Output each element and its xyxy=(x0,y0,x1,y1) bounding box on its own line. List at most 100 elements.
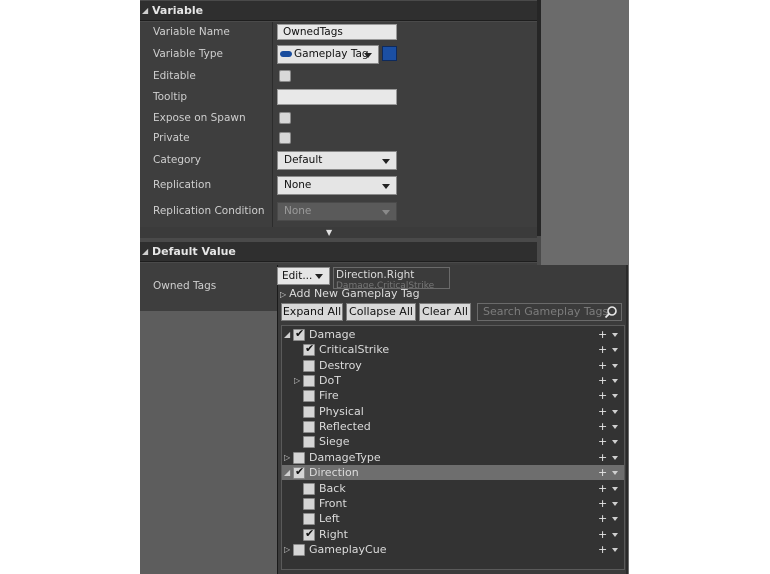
add-subtag-icon[interactable]: + xyxy=(598,465,607,480)
add-subtag-icon[interactable]: + xyxy=(598,496,607,511)
add-subtag-icon[interactable]: + xyxy=(598,373,607,388)
tag-checkbox[interactable] xyxy=(293,451,305,464)
checkmark-icon: ✔ xyxy=(305,342,315,356)
replication-condition-label: Replication Condition xyxy=(153,205,265,217)
tag-row[interactable]: Destroy + xyxy=(282,358,624,373)
tag-name: Front xyxy=(319,496,347,510)
editable-checkbox[interactable] xyxy=(279,70,291,82)
tooltip-input[interactable] xyxy=(277,89,397,105)
tag-options-chevron-icon[interactable] xyxy=(612,379,618,384)
expand-right-icon[interactable]: ▷ xyxy=(284,542,290,557)
edit-tags-button[interactable]: Edit... xyxy=(277,267,330,285)
tag-row[interactable]: ◢ ✔ Damage + xyxy=(282,327,624,342)
add-subtag-icon[interactable]: + xyxy=(598,527,607,542)
add-subtag-icon[interactable]: + xyxy=(598,481,607,496)
collapse-triangle-icon: ◢ xyxy=(142,6,149,15)
tag-row[interactable]: ✔ Right + xyxy=(282,527,624,542)
default-value-section-title: Default Value xyxy=(152,245,236,258)
add-new-tag-expander[interactable]: ▷ Add New Gameplay Tag xyxy=(280,287,420,302)
chevron-down-icon xyxy=(382,184,390,189)
tag-options-chevron-icon[interactable] xyxy=(612,348,618,353)
tag-checkbox[interactable] xyxy=(303,359,315,372)
expand-down-icon: ▼ xyxy=(326,228,333,237)
tag-checkbox[interactable]: ✔ xyxy=(303,342,315,357)
add-subtag-icon[interactable]: + xyxy=(598,358,607,373)
collapse-all-button[interactable]: Collapse All xyxy=(346,303,416,321)
expose-on-spawn-checkbox[interactable] xyxy=(279,112,291,124)
tag-row[interactable]: ▷ GameplayCue + xyxy=(282,542,624,557)
collapse-triangle-icon[interactable]: ◢ xyxy=(284,465,290,480)
tag-options-chevron-icon[interactable] xyxy=(612,532,618,537)
tag-checkbox[interactable]: ✔ xyxy=(293,327,305,341)
tag-row[interactable]: Reflected + xyxy=(282,419,624,434)
add-subtag-icon[interactable]: + xyxy=(598,419,607,434)
tooltip-label: Tooltip xyxy=(153,91,188,103)
tag-options-chevron-icon[interactable] xyxy=(612,486,618,491)
tag-row[interactable]: Siege + xyxy=(282,434,624,449)
tag-name: Siege xyxy=(319,435,350,449)
add-subtag-icon[interactable]: + xyxy=(598,342,607,357)
tag-checkbox[interactable] xyxy=(303,375,315,388)
tag-checkbox[interactable] xyxy=(303,390,315,403)
tag-row[interactable]: ▷ DamageType + xyxy=(282,450,624,465)
tag-options-chevron-icon[interactable] xyxy=(612,394,618,399)
tag-options-chevron-icon[interactable] xyxy=(612,455,618,460)
tag-row[interactable]: ▷ DoT + xyxy=(282,373,624,388)
add-subtag-icon[interactable]: + xyxy=(598,450,607,465)
private-checkbox[interactable] xyxy=(279,132,291,144)
search-placeholder: Search Gameplay Tags xyxy=(483,305,609,318)
tag-checkbox[interactable] xyxy=(303,405,315,418)
chevron-down-icon xyxy=(382,210,390,215)
category-dropdown[interactable]: Default xyxy=(277,151,397,170)
collapse-triangle-icon[interactable]: ◢ xyxy=(284,327,290,342)
tag-options-chevron-icon[interactable] xyxy=(612,440,618,445)
tag-options-chevron-icon[interactable] xyxy=(612,425,618,430)
variable-name-input[interactable]: OwnedTags xyxy=(277,24,397,40)
add-subtag-icon[interactable]: + xyxy=(598,388,607,403)
tag-row[interactable]: Front + xyxy=(282,496,624,511)
tag-name: Right xyxy=(319,527,348,541)
tag-row[interactable]: Left + xyxy=(282,511,624,526)
tag-checkbox[interactable] xyxy=(303,497,315,510)
tag-options-chevron-icon[interactable] xyxy=(612,547,618,552)
clear-all-button[interactable]: Clear All xyxy=(419,303,471,321)
details-scrollbar[interactable] xyxy=(537,0,541,236)
tag-checkbox[interactable] xyxy=(303,436,315,449)
add-subtag-icon[interactable]: + xyxy=(598,404,607,419)
tag-options-chevron-icon[interactable] xyxy=(612,409,618,414)
replication-dropdown[interactable]: None xyxy=(277,176,397,195)
tag-options-chevron-icon[interactable] xyxy=(612,517,618,522)
row-private: Private xyxy=(140,128,537,149)
tag-checkbox[interactable] xyxy=(303,421,315,434)
tag-name: Destroy xyxy=(319,358,362,372)
tag-options-chevron-icon[interactable] xyxy=(612,501,618,506)
add-subtag-icon[interactable]: + xyxy=(598,434,607,449)
add-subtag-icon[interactable]: + xyxy=(598,327,607,342)
tag-checkbox[interactable]: ✔ xyxy=(303,527,315,541)
container-type-button[interactable] xyxy=(382,46,397,61)
tag-checkbox[interactable] xyxy=(303,482,315,495)
tag-checkbox[interactable] xyxy=(293,543,305,556)
tag-row[interactable]: Fire + xyxy=(282,388,624,403)
tag-row[interactable]: ✔ CriticalStrike + xyxy=(282,342,624,357)
tag-row[interactable]: Physical + xyxy=(282,404,624,419)
tag-name: Left xyxy=(319,512,340,526)
variable-section-header[interactable]: ◢ Variable xyxy=(140,1,537,21)
expand-all-button[interactable]: Expand All xyxy=(281,303,343,321)
tag-row[interactable]: Back + xyxy=(282,481,624,496)
add-subtag-icon[interactable]: + xyxy=(598,542,607,557)
tag-checkbox[interactable] xyxy=(303,513,315,526)
advanced-expander[interactable]: ▼ xyxy=(140,227,537,238)
tag-checkbox[interactable]: ✔ xyxy=(293,465,305,480)
expand-right-icon[interactable]: ▷ xyxy=(284,450,290,465)
tag-options-chevron-icon[interactable] xyxy=(612,363,618,368)
default-value-section-header[interactable]: ◢ Default Value xyxy=(140,242,537,262)
search-tags-input[interactable]: Search Gameplay Tags xyxy=(477,303,622,321)
tag-row[interactable]: ◢ ✔ Direction + xyxy=(282,465,624,481)
row-expose-on-spawn: Expose on Spawn xyxy=(140,108,537,129)
tag-options-chevron-icon[interactable] xyxy=(612,333,618,337)
add-subtag-icon[interactable]: + xyxy=(598,511,607,526)
expand-right-icon[interactable]: ▷ xyxy=(294,373,300,388)
variable-type-dropdown[interactable]: Gameplay Tag xyxy=(277,45,379,64)
tag-options-chevron-icon[interactable] xyxy=(612,471,618,476)
